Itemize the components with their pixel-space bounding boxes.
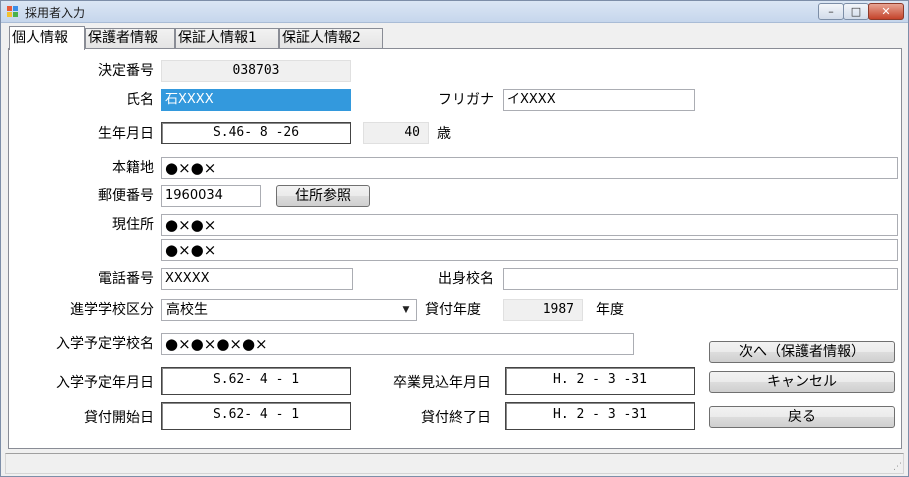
cancel-button[interactable]: キャンセル	[709, 371, 895, 393]
personal-info-panel: 決定番号 038703 氏名 石XXXX フリガナ イXXXX 生年月日 S.4…	[8, 48, 902, 449]
tab-guarantor-info-1[interactable]: 保証人情報1	[175, 28, 279, 49]
decision-no-label: 決定番号	[98, 63, 154, 79]
close-button[interactable]: ✕	[868, 3, 904, 20]
furigana-field[interactable]: イXXXX	[503, 89, 695, 111]
birth-date-field[interactable]: S.46- 8 -26	[161, 122, 351, 144]
loan-end-field[interactable]: H. 2 - 3 -31	[505, 402, 695, 430]
school-name-field[interactable]: ●×●×●×●×	[161, 333, 634, 355]
grad-date-label: 卒業見込年月日	[393, 375, 491, 391]
dropdown-arrow-icon[interactable]: ▼	[398, 301, 414, 319]
app-icon	[7, 6, 18, 17]
postal-code-label: 郵便番号	[98, 188, 154, 204]
address-line1-field[interactable]: ●×●×	[161, 214, 898, 236]
app-window: 採用者入力 – □ ✕ 個人情報 保護者情報 保証人情報1 保証人情報2 決定番…	[0, 0, 909, 477]
minimize-button[interactable]: –	[818, 3, 844, 20]
alma-mater-label: 出身校名	[438, 271, 494, 287]
birth-date-label: 生年月日	[98, 126, 154, 142]
name-field[interactable]: 石XXXX	[161, 89, 351, 111]
decision-no-field: 038703	[161, 60, 351, 82]
domicile-label: 本籍地	[112, 160, 154, 176]
alma-mater-field[interactable]	[503, 268, 898, 290]
address-line2-field[interactable]: ●×●×	[161, 239, 898, 261]
school-type-label: 進学学校区分	[70, 302, 154, 318]
address-lookup-button[interactable]: 住所参照	[276, 185, 370, 207]
tab-guardian-info[interactable]: 保護者情報	[85, 28, 175, 49]
enroll-date-field[interactable]: S.62- 4 - 1	[161, 367, 351, 395]
loan-year-unit-label: 年度	[596, 302, 624, 318]
loan-start-field[interactable]: S.62- 4 - 1	[161, 402, 351, 430]
age-field: 40	[363, 122, 429, 144]
loan-start-label: 貸付開始日	[84, 410, 154, 426]
name-label: 氏名	[126, 92, 154, 108]
address-label: 現住所	[112, 217, 154, 233]
phone-label: 電話番号	[98, 271, 154, 287]
back-button[interactable]: 戻る	[709, 406, 895, 428]
enroll-date-label: 入学予定年月日	[56, 375, 154, 391]
age-unit-label: 歳	[437, 126, 451, 142]
status-bar: ⋰	[5, 453, 904, 474]
loan-end-label: 貸付終了日	[421, 410, 491, 426]
school-name-label: 入学予定学校名	[56, 336, 154, 352]
resize-grip-icon[interactable]: ⋰	[893, 462, 902, 472]
loan-year-label: 貸付年度	[425, 302, 481, 318]
next-guardian-button[interactable]: 次へ（保護者情報）	[709, 341, 895, 363]
school-type-value: 高校生	[166, 302, 208, 318]
tab-guarantor-info-2[interactable]: 保証人情報2	[279, 28, 383, 49]
tab-personal-info[interactable]: 個人情報	[9, 26, 85, 50]
furigana-label: フリガナ	[438, 92, 494, 108]
grad-date-field[interactable]: H. 2 - 3 -31	[505, 367, 695, 395]
title-bar[interactable]: 採用者入力 – □ ✕	[1, 1, 908, 23]
loan-year-field: 1987	[503, 299, 583, 321]
window-title: 採用者入力	[25, 6, 86, 20]
phone-field[interactable]: XXXXX	[161, 268, 353, 290]
maximize-button[interactable]: □	[843, 3, 869, 20]
postal-code-field[interactable]: 1960034	[161, 185, 261, 207]
domicile-field[interactable]: ●×●×	[161, 157, 898, 179]
school-type-select[interactable]: 高校生 ▼	[161, 299, 417, 321]
